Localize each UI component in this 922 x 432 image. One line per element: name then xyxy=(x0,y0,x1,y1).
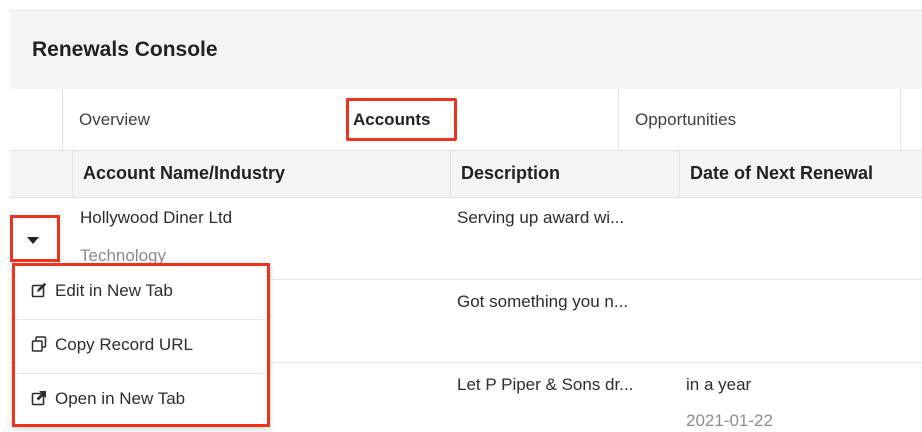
page-title: Renewals Console xyxy=(32,38,218,61)
tab-overview[interactable]: Overview xyxy=(62,89,339,151)
tab-more[interactable] xyxy=(900,89,922,151)
menu-item-open-in-new-tab[interactable]: Open in New Tab xyxy=(15,374,267,428)
account-description: Let P Piper & Sons dr... xyxy=(457,375,634,394)
tab-opportunities[interactable]: Opportunities xyxy=(618,89,900,151)
next-renewal-relative: in a year xyxy=(686,375,752,394)
account-description: Got something you n... xyxy=(457,292,629,311)
column-header-account-name[interactable]: Account Name/Industry xyxy=(72,151,450,198)
account-name[interactable]: Hollywood Diner Ltd xyxy=(80,208,232,228)
external-link-icon xyxy=(31,391,46,406)
tab-accounts[interactable]: Accounts xyxy=(339,89,618,151)
next-renewal-date: 2021-01-22 xyxy=(686,411,773,430)
caret-down-icon xyxy=(27,237,39,244)
row-actions-dropdown-button[interactable] xyxy=(10,215,60,262)
menu-item-label: Copy Record URL xyxy=(55,335,193,354)
column-header-next-renewal[interactable]: Date of Next Renewal xyxy=(679,151,922,198)
row-actions-menu: Edit in New Tab Copy Record URL Open in … xyxy=(12,263,270,427)
menu-item-label: Edit in New Tab xyxy=(55,281,173,300)
console-header: Renewals Console xyxy=(10,10,922,89)
account-description: Serving up award wi... xyxy=(457,208,625,227)
copy-icon xyxy=(31,336,47,352)
menu-item-edit-in-new-tab[interactable]: Edit in New Tab xyxy=(15,266,267,320)
tab-bar: Overview Accounts Opportunities xyxy=(10,89,922,151)
column-header-description[interactable]: Description xyxy=(450,151,679,198)
menu-item-copy-record-url[interactable]: Copy Record URL xyxy=(15,320,267,374)
table-header: Account Name/Industry Description Date o… xyxy=(10,151,922,198)
edit-icon xyxy=(31,282,47,298)
menu-item-label: Open in New Tab xyxy=(55,389,186,408)
